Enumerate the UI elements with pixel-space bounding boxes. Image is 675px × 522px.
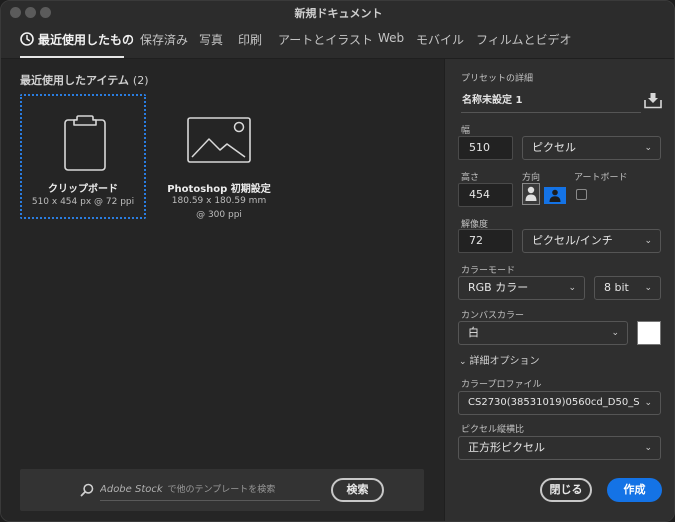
- resolution-unit-select[interactable]: ピクセル/インチ ⌄: [522, 229, 661, 253]
- recent-item-name: クリップボード: [48, 184, 118, 195]
- active-tab-indicator: [20, 56, 124, 58]
- recent-items-pane: 最近使用したアイテム (2) クリップボード 510 x 454 px @ 72 …: [1, 59, 444, 521]
- tab-photo[interactable]: 写真: [199, 31, 223, 48]
- title-bar: 新規ドキュメント: [1, 1, 674, 23]
- chevron-down-icon: ⌄: [459, 357, 467, 367]
- canvas-color-swatch[interactable]: [637, 321, 661, 345]
- color-mode-value: RGB カラー: [468, 281, 529, 294]
- tab-saved[interactable]: 保存済み: [140, 31, 188, 48]
- tab-mobile[interactable]: モバイル: [416, 31, 464, 48]
- stock-search-bar: Adobe Stock で他のテンプレートを検索 検索: [20, 469, 424, 511]
- clipboard-icon: [64, 115, 106, 174]
- canvas-color-select[interactable]: 白 ⌄: [458, 321, 628, 345]
- window-title: 新規ドキュメント: [294, 7, 383, 20]
- recent-item-meta: 180.59 x 180.59 mm @ 300 ppi: [171, 196, 267, 220]
- tab-art-illustration[interactable]: アートとイラスト: [278, 31, 373, 48]
- advanced-options-label: 詳細オプション: [469, 356, 540, 367]
- stock-search-button[interactable]: 検索: [331, 478, 384, 502]
- search-icon: [80, 483, 94, 500]
- canvas-color-value: 白: [468, 326, 479, 339]
- person-portrait-icon: [525, 186, 537, 201]
- tab-recent[interactable]: 最近使用したもの: [38, 31, 134, 48]
- artboard-label: アートボード: [574, 173, 628, 183]
- width-unit-value: ピクセル: [532, 141, 576, 154]
- landscape-orientation-button[interactable]: [544, 187, 566, 204]
- recent-item-photoshop-default[interactable]: Photoshop 初期設定 180.59 x 180.59 mm @ 300 …: [156, 94, 282, 220]
- chevron-down-icon: ⌄: [644, 236, 652, 246]
- chevron-down-icon: ⌄: [568, 283, 576, 293]
- close-button[interactable]: 閉じる: [540, 478, 592, 502]
- canvas-color-label: カンバスカラー: [461, 311, 525, 321]
- width-unit-select[interactable]: ピクセル ⌄: [522, 136, 661, 160]
- chevron-down-icon: ⌄: [644, 283, 652, 293]
- create-button[interactable]: 作成: [607, 478, 662, 502]
- image-icon: [187, 117, 251, 166]
- recent-item-meta: 510 x 454 px @ 72 ppi: [31, 197, 135, 207]
- category-tabs: 最近使用したもの 保存済み 写真 印刷 アートとイラスト Web モバイル フィ…: [1, 23, 674, 59]
- chevron-down-icon: ⌄: [644, 443, 652, 453]
- color-mode-label: カラーモード: [461, 266, 516, 276]
- recent-items-count: (2): [132, 74, 149, 87]
- resolution-input[interactable]: 72: [458, 229, 513, 253]
- preset-details-panel: プリセットの詳細 名称未設定 1 幅 510 ピクセル ⌄ 高さ 454 方向 …: [444, 59, 674, 521]
- stock-placeholder-brand: Adobe Stock: [100, 484, 163, 495]
- color-profile-label: カラープロファイル: [461, 380, 542, 390]
- portrait-orientation-button[interactable]: [522, 183, 540, 205]
- recent-item-name: Photoshop 初期設定: [167, 184, 271, 195]
- pixel-aspect-value: 正方形ピクセル: [468, 441, 545, 454]
- new-document-dialog: 新規ドキュメント 最近使用したもの 保存済み 写真 印刷 アートとイラスト We…: [0, 0, 675, 522]
- tab-web[interactable]: Web: [378, 31, 404, 45]
- stock-placeholder-text: で他のテンプレートを検索: [167, 485, 276, 495]
- width-label: 幅: [461, 126, 471, 136]
- preset-details-label: プリセットの詳細: [461, 74, 534, 84]
- clock-icon: [20, 32, 34, 46]
- resolution-unit-value: ピクセル/インチ: [532, 234, 613, 247]
- pixel-aspect-label: ピクセル縦横比: [461, 425, 525, 435]
- save-preset-icon[interactable]: [644, 92, 662, 112]
- pixel-aspect-select[interactable]: 正方形ピクセル ⌄: [458, 436, 661, 460]
- recent-items-heading-text: 最近使用したアイテム: [20, 74, 129, 87]
- chevron-down-icon: ⌄: [644, 398, 652, 408]
- bit-depth-value: 8 bit: [604, 281, 629, 294]
- chevron-down-icon: ⌄: [611, 328, 619, 338]
- tab-film-video[interactable]: フィルムとビデオ: [476, 31, 572, 48]
- advanced-options-toggle[interactable]: ⌄ 詳細オプション: [459, 352, 540, 367]
- tab-print[interactable]: 印刷: [238, 31, 262, 48]
- stock-search-input[interactable]: Adobe Stock で他のテンプレートを検索: [100, 479, 320, 501]
- person-landscape-icon: [549, 189, 561, 202]
- chevron-down-icon: ⌄: [644, 143, 652, 153]
- recent-items-heading: 最近使用したアイテム (2): [20, 72, 149, 88]
- recent-item-clipboard[interactable]: クリップボード 510 x 454 px @ 72 ppi: [20, 94, 146, 219]
- height-label: 高さ: [461, 173, 480, 183]
- color-mode-select[interactable]: RGB カラー ⌄: [458, 276, 585, 300]
- color-profile-value: CS2730(38531019)0560cd_D50_S: [468, 397, 640, 408]
- orientation-label: 方向: [522, 173, 541, 183]
- bit-depth-select[interactable]: 8 bit ⌄: [594, 276, 661, 300]
- height-input[interactable]: 454: [458, 183, 513, 207]
- color-profile-select[interactable]: CS2730(38531019)0560cd_D50_S ⌄: [458, 391, 661, 415]
- document-name-field[interactable]: 名称未設定 1: [461, 91, 641, 113]
- artboard-checkbox[interactable]: [576, 189, 587, 200]
- width-input[interactable]: 510: [458, 136, 513, 160]
